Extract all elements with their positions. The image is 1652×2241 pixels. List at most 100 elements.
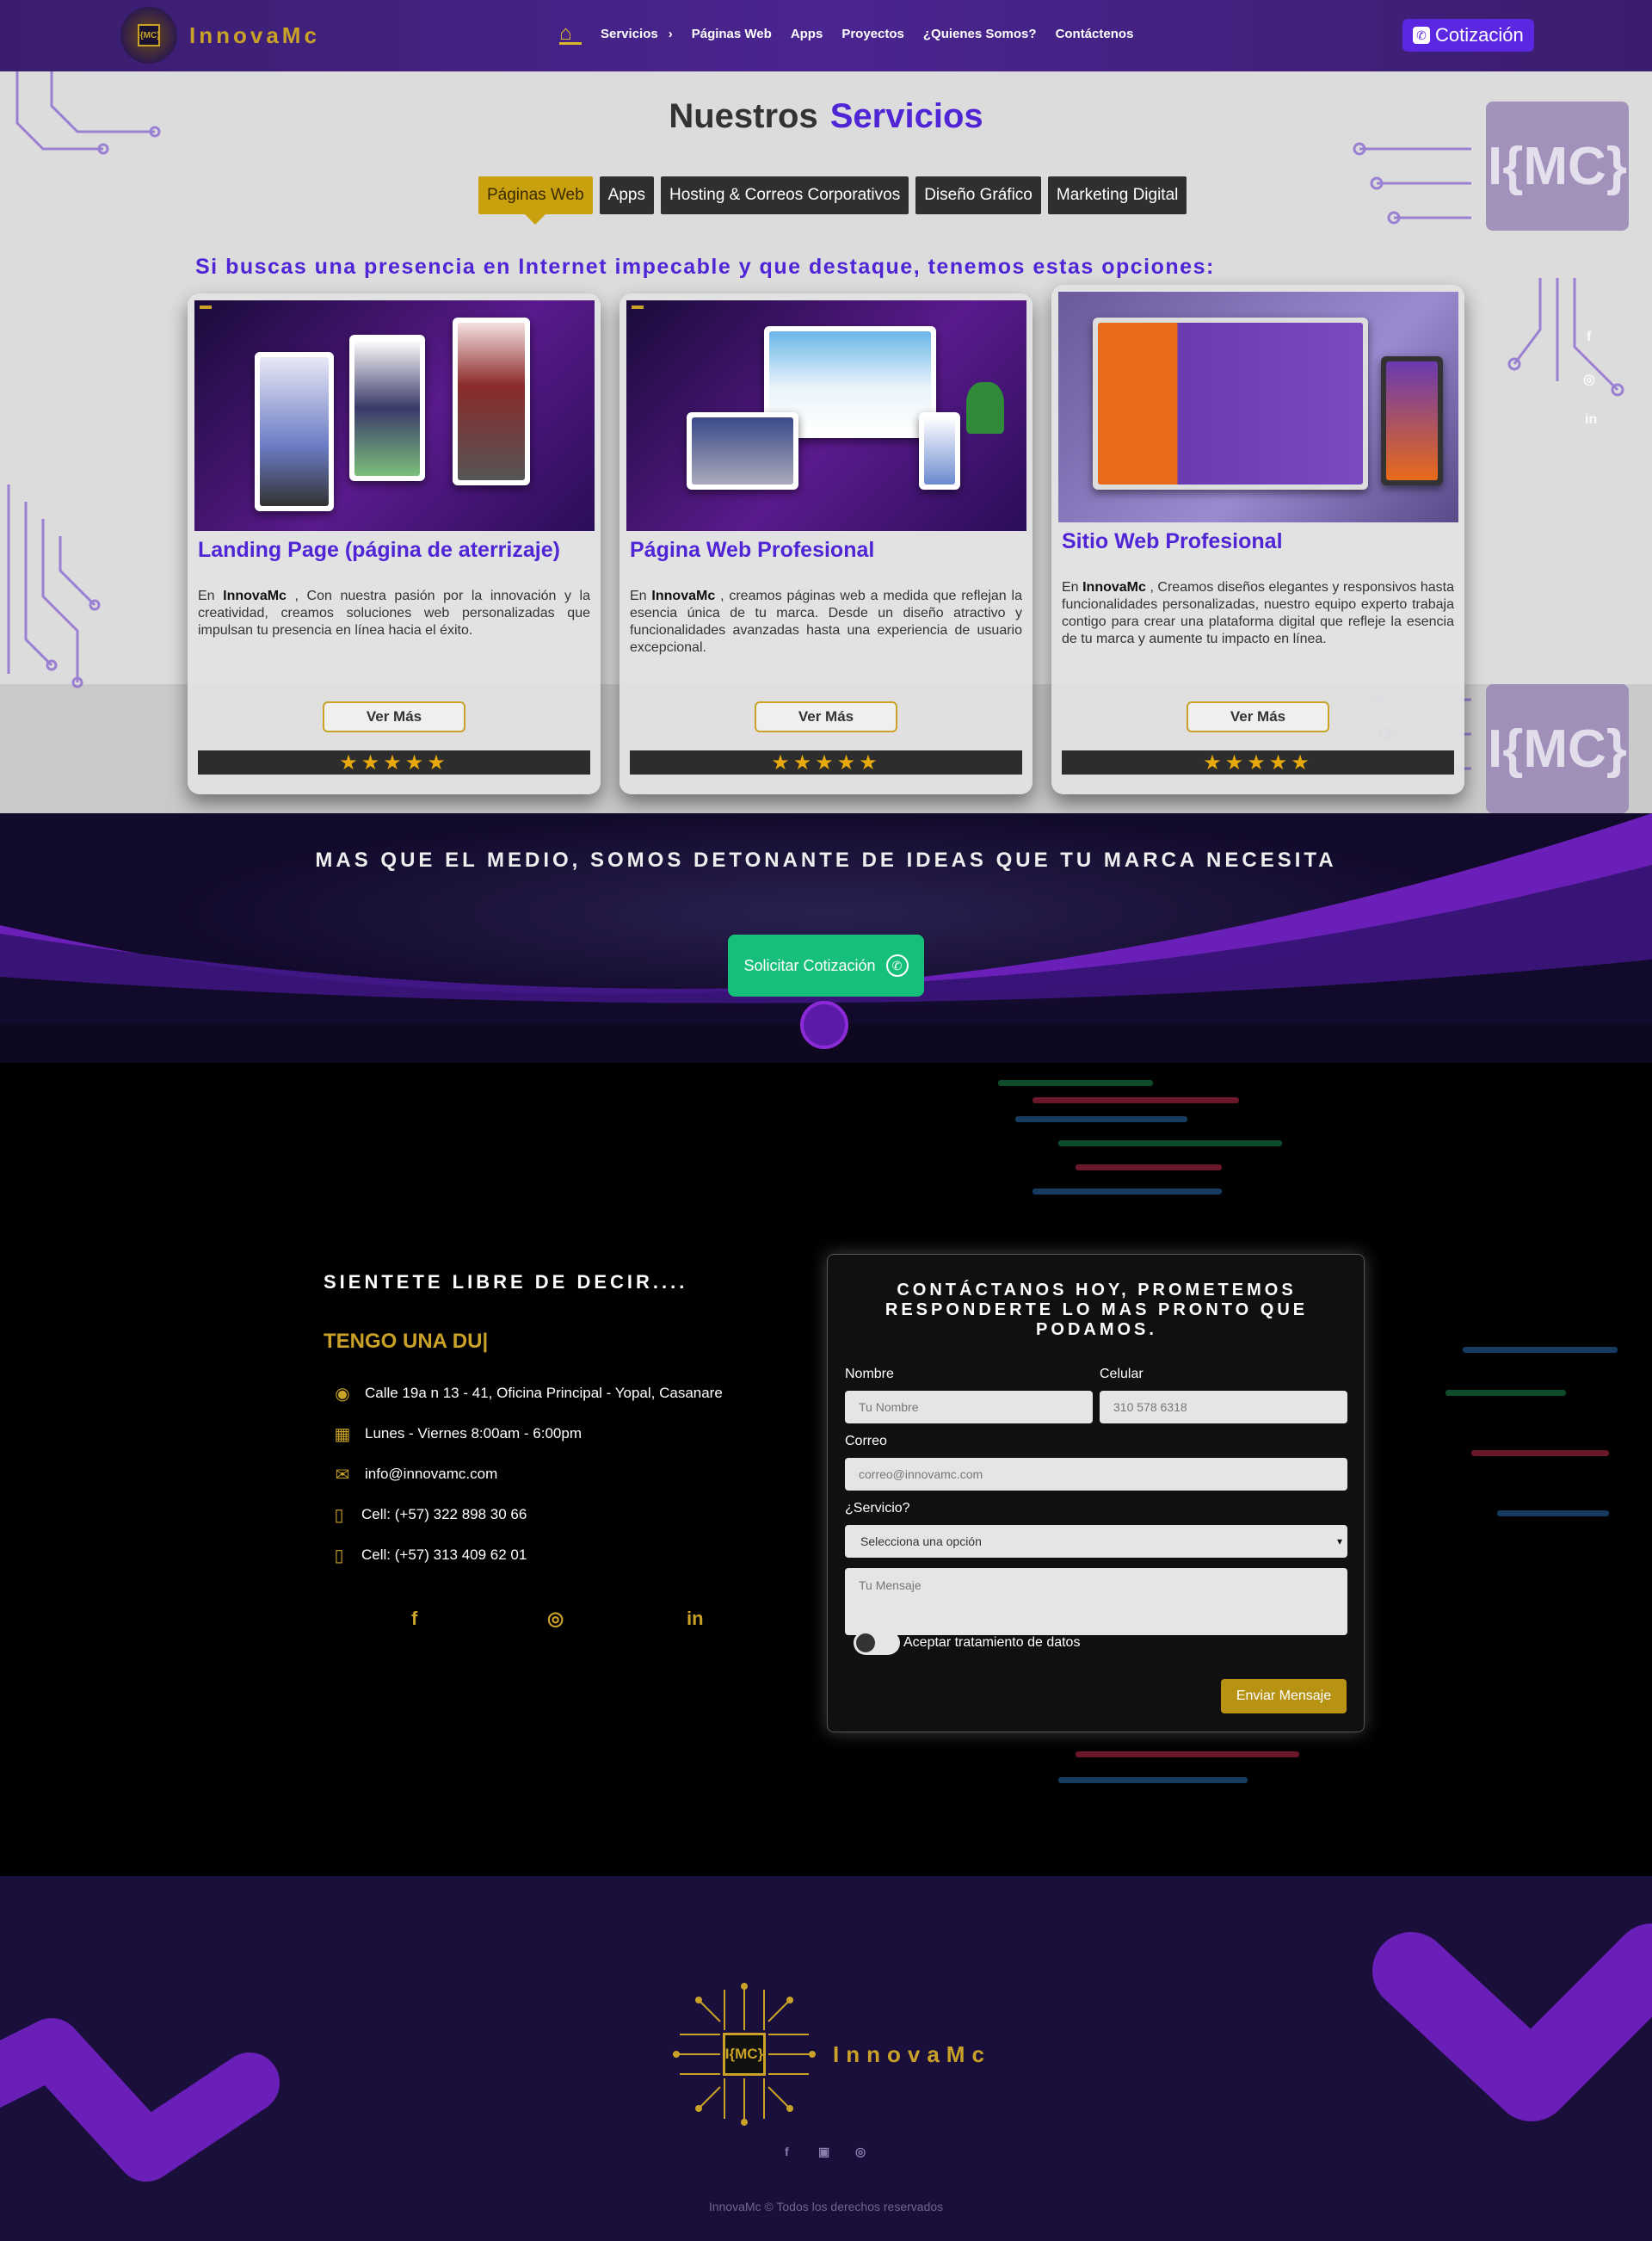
whatsapp-icon: ✆ — [1413, 27, 1430, 44]
services-tagline: Si buscas una presencia en Internet impe… — [195, 255, 1215, 279]
card-image — [194, 300, 595, 531]
card-title: Página Web Profesional — [630, 538, 875, 562]
services-title: Nuestros Servicios — [0, 97, 1652, 136]
card-description: En InnovaMc , Con nuestra pasión por la … — [198, 589, 590, 638]
card-image — [626, 300, 1026, 531]
cotizacion-button[interactable]: ✆ Cotización — [1402, 19, 1534, 52]
facebook-icon[interactable]: f — [785, 2145, 789, 2158]
footer: I{MC} InnovaMc f ▣ ◎ InnovaMc © Todos lo… — [0, 1876, 1652, 2241]
nav-item-proyectos[interactable]: Proyectos — [841, 27, 904, 41]
tab-hosting[interactable]: Hosting & Correos Corporativos — [660, 176, 909, 214]
linkedin-icon[interactable]: in — [1585, 412, 1597, 428]
typewriter-text: TENGO UNA DU| — [324, 1330, 489, 1353]
mail-icon: ✉ — [335, 1465, 350, 1485]
ver-mas-button[interactable]: Ver Más — [755, 701, 897, 732]
home-icon[interactable]: ⌂ — [559, 22, 582, 45]
service-label: ¿Servicio? — [845, 1501, 910, 1516]
main-nav: ⌂ Servicios › Páginas Web Apps Proyectos … — [559, 22, 1133, 45]
ver-mas-button[interactable]: Ver Más — [323, 701, 465, 732]
brand-logo[interactable]: I{MC} InnovaMc — [120, 7, 320, 64]
info-phone-1[interactable]: ▯ Cell: (+57) 322 898 30 66 — [329, 1504, 527, 1525]
consent-label: Aceptar tratamiento de datos — [903, 1635, 1081, 1650]
service-select-value: Selecciona una opción — [860, 1534, 982, 1548]
contact-section: SIENTETE LIBRE DE DECIR.... TENGO UNA DU… — [0, 1063, 1652, 1876]
nav-item-servicios[interactable]: Servicios › — [601, 27, 673, 41]
ver-mas-button[interactable]: Ver Más — [1187, 701, 1329, 732]
code-background — [1076, 1751, 1299, 1757]
code-background — [1076, 1164, 1222, 1170]
chevron-down-icon: ▾ — [1336, 1535, 1342, 1547]
info-phone-2[interactable]: ▯ Cell: (+57) 313 409 62 01 — [329, 1545, 527, 1565]
star-rating: ★★★★★ — [198, 750, 590, 775]
info-text: info@innovamc.com — [365, 1466, 498, 1482]
star-rating: ★★★★★ — [630, 750, 1022, 775]
info-address: ◉ Calle 19a n 13 - 41, Oficina Principal… — [332, 1383, 723, 1404]
consent-toggle[interactable] — [854, 1631, 900, 1655]
tab-diseno-grafico[interactable]: Diseño Gráfico — [915, 176, 1041, 214]
code-background — [1058, 1777, 1248, 1783]
brand-name: InnovaMc — [189, 22, 320, 48]
info-text: Lunes - Viernes 8:00am - 6:00pm — [365, 1425, 582, 1442]
linkedin-icon[interactable]: in — [687, 1608, 704, 1630]
calendar-icon: ▦ — [334, 1424, 351, 1444]
facebook-icon[interactable]: f — [1587, 330, 1591, 345]
card-description: En InnovaMc , creamos páginas web a medi… — [630, 589, 1022, 655]
form-title: CONTÁCTANOS HOY, PROMETEMOS RESPONDERTE … — [885, 1281, 1309, 1339]
phone-input[interactable] — [1100, 1391, 1347, 1423]
nav-item-paginas-web[interactable]: Páginas Web — [692, 27, 772, 41]
code-background — [998, 1080, 1153, 1086]
top-navbar: I{MC} InnovaMc ⌂ Servicios › Páginas Web … — [0, 0, 1652, 71]
title-part-1: Nuestros — [669, 97, 818, 135]
nav-item-apps[interactable]: Apps — [791, 27, 823, 41]
facebook-icon[interactable]: f — [411, 1608, 417, 1630]
nav-item-contactenos[interactable]: Contáctenos — [1056, 27, 1134, 41]
footer-brand-name: InnovaMc — [833, 2041, 991, 2067]
service-card-sitio-web: Sitio Web Profesional En InnovaMc , Crea… — [1051, 285, 1464, 794]
services-section: I{MC} I{MC} Nuestros Servicios Páginas We… — [0, 71, 1652, 813]
whatsapp-icon: ✆ — [885, 954, 909, 977]
card-title: Landing Page (página de aterrizaje) — [198, 538, 560, 562]
tab-paginas-web[interactable]: Páginas Web — [478, 176, 593, 225]
code-background — [1471, 1450, 1609, 1456]
chip-watermark-icon: I{MC} — [1486, 684, 1629, 813]
code-background — [1497, 1510, 1609, 1516]
circuit-decoration-icon — [7, 485, 101, 688]
phone-icon: ▯ — [334, 1546, 344, 1565]
nav-item-label: Servicios — [601, 26, 658, 41]
instagram-icon[interactable]: ◎ — [547, 1608, 564, 1630]
solicitar-cotizacion-button[interactable]: Solicitar Cotización ✆ — [728, 935, 924, 997]
footer-logo[interactable]: I{MC} — [673, 1983, 816, 2126]
instagram-icon[interactable]: ◎ — [855, 2145, 866, 2159]
name-input[interactable] — [845, 1391, 1093, 1423]
contact-form: CONTÁCTANOS HOY, PROMETEMOS RESPONDERTE … — [827, 1254, 1365, 1732]
tab-marketing-digital[interactable]: Marketing Digital — [1047, 176, 1187, 214]
code-background — [1446, 1390, 1566, 1396]
message-textarea[interactable]: Tu Mensaje — [845, 1568, 1347, 1635]
info-text: Cell: (+57) 322 898 30 66 — [361, 1506, 527, 1522]
tab-apps[interactable]: Apps — [599, 176, 654, 214]
card-description: En InnovaMc , Creamos diseños elegantes … — [1062, 580, 1454, 646]
chip-logo-text: I{MC} — [138, 24, 160, 46]
code-background — [1463, 1347, 1618, 1353]
instagram-icon[interactable]: ◎ — [1583, 371, 1595, 388]
chip-logo-icon: I{MC} — [120, 7, 177, 64]
globe-icon — [800, 1001, 848, 1049]
service-select[interactable]: Selecciona una opción ▾ — [845, 1525, 1347, 1558]
service-card-landing: Landing Page (página de aterrizaje) En I… — [188, 293, 601, 794]
location-icon: ◉ — [335, 1384, 350, 1404]
info-text: Cell: (+57) 313 409 62 01 — [361, 1546, 527, 1563]
send-message-button[interactable]: Enviar Mensaje — [1221, 1679, 1347, 1713]
info-email[interactable]: ✉ info@innovamc.com — [332, 1464, 498, 1485]
phone-icon: ▯ — [334, 1505, 344, 1525]
cta-banner: MAS QUE EL MEDIO, SOMOS DETONANTE DE IDE… — [0, 813, 1652, 1063]
banner-slogan: MAS QUE EL MEDIO, SOMOS DETONANTE DE IDE… — [315, 849, 1337, 872]
star-rating: ★★★★★ — [1062, 750, 1454, 775]
linkedin-icon[interactable]: ▣ — [818, 2145, 829, 2159]
name-label: Nombre — [845, 1367, 894, 1381]
footer-shapes-icon — [0, 1923, 1652, 2182]
contact-title: SIENTETE LIBRE DE DECIR.... — [324, 1271, 688, 1293]
card-title: Sitio Web Profesional — [1062, 529, 1283, 553]
service-card-pagina-web: Página Web Profesional En InnovaMc , cre… — [620, 293, 1032, 794]
email-input[interactable] — [845, 1458, 1347, 1491]
nav-item-quienes-somos[interactable]: ¿Quienes Somos? — [923, 27, 1037, 41]
